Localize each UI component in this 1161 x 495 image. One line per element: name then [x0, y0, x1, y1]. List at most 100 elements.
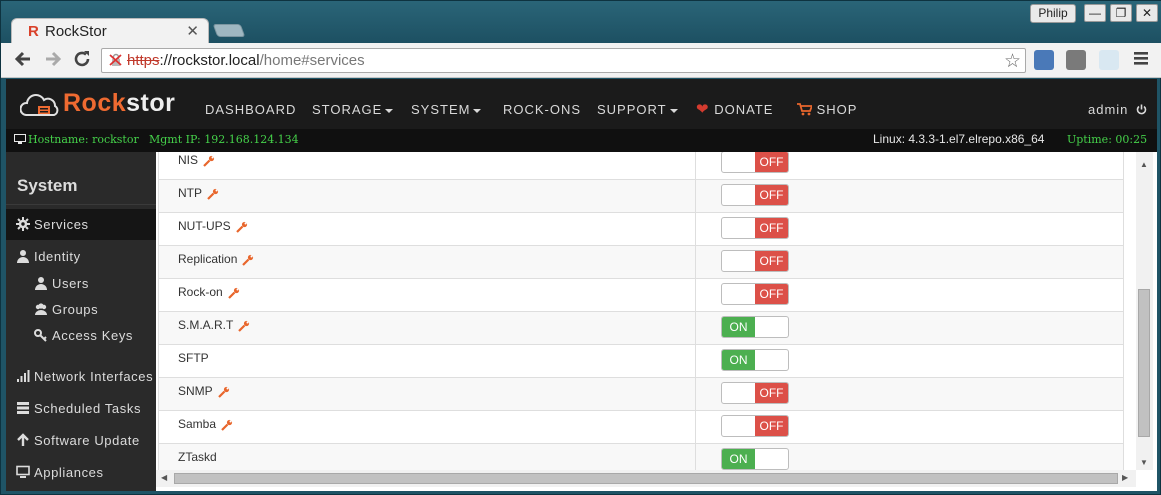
sidebar-item-scheduled-tasks[interactable]: Scheduled Tasks: [6, 393, 156, 424]
power-icon: [1136, 104, 1147, 115]
nav-donate[interactable]: ❤ DONATE: [696, 100, 773, 118]
column-divider: [695, 312, 696, 345]
rockstor-logo-icon[interactable]: [20, 90, 60, 118]
sidebar-item-access-keys[interactable]: Access Keys: [6, 320, 156, 351]
reload-icon[interactable]: [72, 49, 92, 75]
scroll-right-icon[interactable]: ▶: [1122, 473, 1128, 482]
new-tab-button[interactable]: [212, 24, 246, 37]
brand-name[interactable]: Rockstor: [63, 89, 175, 118]
configure-service-button[interactable]: [218, 416, 233, 434]
nav-shop[interactable]: SHOP: [797, 102, 857, 117]
toggle-state-label: ON: [722, 449, 755, 469]
close-window-button[interactable]: ✕: [1136, 4, 1158, 22]
scroll-left-icon[interactable]: ◀: [161, 473, 167, 482]
wrench-icon[interactable]: [238, 320, 250, 332]
nav-system[interactable]: SYSTEM: [411, 102, 482, 117]
service-name: NIS: [178, 153, 199, 167]
toggle-state-label: OFF: [755, 383, 788, 403]
user-menu[interactable]: admin: [1088, 102, 1147, 117]
service-toggle[interactable]: OFF: [721, 152, 789, 173]
table-row: NUT-UPS OFF: [159, 213, 1123, 246]
wrench-icon[interactable]: [218, 386, 230, 398]
profile-button[interactable]: Philip: [1030, 4, 1076, 23]
user-icon: [17, 250, 29, 263]
service-name: Samba: [178, 417, 217, 431]
browser-window: R RockStor ✕ Philip — ❐ ✕ https://rockst…: [0, 0, 1161, 495]
scroll-up-icon[interactable]: ▲: [1140, 160, 1148, 169]
sidebar-item-network-interfaces[interactable]: Network Interfaces: [6, 361, 156, 392]
toggle-state-label: OFF: [755, 218, 788, 238]
back-icon[interactable]: [13, 49, 33, 75]
service-toggle[interactable]: ON: [721, 316, 789, 338]
sidebar-item-label: Scheduled Tasks: [34, 401, 142, 416]
service-toggle[interactable]: OFF: [721, 184, 789, 206]
toggle-state-label: OFF: [755, 284, 788, 304]
toggle-state-label: OFF: [755, 185, 788, 205]
forward-icon[interactable]: [43, 49, 63, 75]
user-icon: [35, 277, 47, 290]
configure-service-button[interactable]: [233, 218, 248, 236]
table-row: NTP OFF: [159, 180, 1123, 213]
service-name: Replication: [178, 252, 238, 266]
wrench-icon[interactable]: [203, 155, 215, 167]
nav-support[interactable]: SUPPORT: [597, 102, 678, 117]
nav-storage[interactable]: STORAGE: [312, 102, 394, 117]
bookmark-star-icon[interactable]: ☆: [1004, 50, 1021, 73]
configure-service-button[interactable]: [235, 317, 250, 335]
vertical-scrollbar[interactable]: ▲ ▼: [1136, 152, 1153, 470]
sidebar-item-appliances[interactable]: Appliances: [6, 457, 156, 488]
configure-service-button[interactable]: [204, 185, 219, 203]
column-divider: [695, 152, 696, 180]
sidebar-item-label: Access Keys: [52, 328, 134, 343]
wrench-icon[interactable]: [221, 419, 233, 431]
service-toggle[interactable]: ON: [721, 349, 789, 371]
caret-down-icon: [669, 108, 678, 113]
vertical-scroll-thumb[interactable]: [1138, 289, 1150, 437]
rockstor-favicon-icon: R: [28, 23, 39, 40]
sidebar-item-label: Identity: [34, 249, 81, 264]
caret-down-icon: [473, 108, 482, 113]
service-toggle[interactable]: OFF: [721, 382, 789, 404]
service-toggle[interactable]: OFF: [721, 283, 789, 305]
sidebar-item-services[interactable]: Services: [6, 209, 156, 240]
service-toggle[interactable]: ON: [721, 448, 789, 470]
nav-dashboard[interactable]: DASHBOARD: [205, 102, 296, 117]
table-row: SNMP OFF: [159, 378, 1123, 411]
configure-service-button[interactable]: [225, 284, 240, 302]
nav-rock-ons[interactable]: ROCK-ONS: [503, 102, 581, 117]
wrench-icon[interactable]: [228, 287, 240, 299]
wrench-icon[interactable]: [207, 188, 219, 200]
service-toggle[interactable]: OFF: [721, 250, 789, 272]
wrench-icon[interactable]: [242, 254, 254, 266]
service-toggle[interactable]: OFF: [721, 415, 789, 437]
sidebar-item-software-update[interactable]: Software Update: [6, 425, 156, 456]
horizontal-scrollbar[interactable]: ◀ ▶: [156, 470, 1136, 487]
wrench-icon[interactable]: [236, 221, 248, 233]
sidebar-item-label: Users: [52, 276, 89, 291]
service-toggle[interactable]: OFF: [721, 217, 789, 239]
tab-close-icon[interactable]: ✕: [186, 22, 199, 40]
gear-icon: [16, 217, 30, 231]
maximize-button[interactable]: ❐: [1110, 4, 1132, 22]
column-divider: [695, 213, 696, 246]
menu-icon[interactable]: [1132, 49, 1150, 73]
table-row: Samba OFF: [159, 411, 1123, 444]
scroll-down-icon[interactable]: ▼: [1140, 458, 1148, 467]
address-bar[interactable]: https://rockstor.local/home#services ☆: [101, 48, 1026, 73]
toggle-state-label: ON: [722, 350, 755, 370]
configure-service-button[interactable]: [239, 251, 254, 269]
extension-alert-icon[interactable]: [1066, 50, 1086, 70]
minimize-button[interactable]: —: [1084, 4, 1106, 22]
toggle-state-label: OFF: [755, 251, 788, 271]
services-table: NIS OFF NTP OFF NUT-UPS OFF Replication OFF Rock…: [158, 152, 1124, 470]
extension-screen-icon[interactable]: [1034, 50, 1054, 70]
tasks-icon: [17, 402, 29, 414]
toggle-state-label: OFF: [755, 152, 788, 172]
horizontal-scroll-thumb[interactable]: [174, 473, 1118, 484]
configure-service-button[interactable]: [200, 152, 215, 170]
table-row: Rock-on OFF: [159, 279, 1123, 312]
sidebar: System Services Identity Users Groups Ac…: [6, 152, 156, 491]
browser-tab[interactable]: R RockStor ✕: [11, 18, 209, 44]
extension-cloud-icon[interactable]: [1099, 50, 1119, 70]
configure-service-button[interactable]: [215, 383, 230, 401]
